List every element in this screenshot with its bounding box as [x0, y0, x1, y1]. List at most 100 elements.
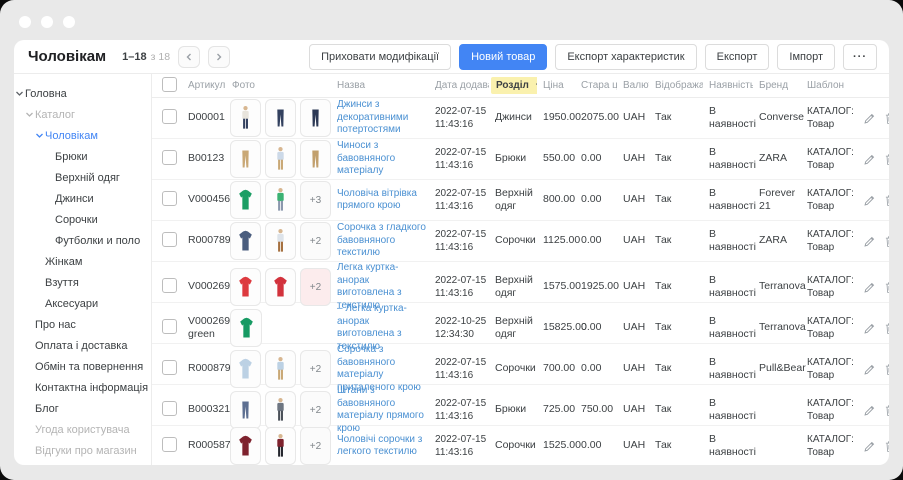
- product-thumbnail[interactable]: [230, 391, 261, 429]
- column-header[interactable]: Наявність: [703, 80, 753, 91]
- sidebar-item[interactable]: Сорочки: [14, 209, 151, 230]
- column-header[interactable]: Фото: [226, 80, 331, 91]
- delete-button[interactable]: [884, 194, 889, 207]
- column-header[interactable]: Артикул: [182, 80, 226, 91]
- more-photos-badge[interactable]: +2: [300, 222, 331, 260]
- row-checkbox[interactable]: [162, 109, 177, 124]
- product-thumbnail[interactable]: [265, 350, 296, 388]
- sidebar-item[interactable]: Взуття: [14, 272, 151, 293]
- import-button[interactable]: Імпорт: [777, 44, 835, 70]
- checkbox-cell: [162, 191, 182, 209]
- row-checkbox[interactable]: [162, 360, 177, 375]
- product-thumbnail[interactable]: [265, 181, 296, 219]
- product-thumbnail[interactable]: [230, 99, 261, 137]
- sidebar-item[interactable]: Джинси: [14, 188, 151, 209]
- product-name-link[interactable]: Штани з бавовняного матеріалу прямого кр…: [337, 385, 429, 435]
- row-checkbox[interactable]: [162, 232, 177, 247]
- product-thumbnail[interactable]: [300, 99, 331, 137]
- row-checkbox[interactable]: [162, 150, 177, 165]
- sidebar-item[interactable]: Обмін та повернення: [14, 356, 151, 377]
- sidebar-item[interactable]: Мапа сайту: [14, 461, 151, 465]
- delete-button[interactable]: [884, 235, 889, 248]
- product-name-link[interactable]: Чоловічі сорочки з легкого текстилю: [337, 434, 429, 459]
- sidebar-item[interactable]: Брюки: [14, 146, 151, 167]
- product-thumbnail[interactable]: [230, 268, 261, 306]
- more-photos-badge[interactable]: +2: [300, 350, 331, 388]
- product-thumbnail[interactable]: [230, 181, 261, 219]
- sidebar-item[interactable]: Контактна інформація: [14, 377, 151, 398]
- edit-button[interactable]: [863, 363, 876, 376]
- row-checkbox[interactable]: [162, 437, 177, 452]
- new-product-button[interactable]: Новий товар: [459, 44, 547, 70]
- edit-button[interactable]: [863, 153, 876, 166]
- sidebar-item[interactable]: Каталог: [14, 104, 151, 125]
- more-photos-badge[interactable]: +2: [300, 268, 331, 306]
- delete-button[interactable]: [884, 322, 889, 335]
- delete-button[interactable]: [884, 112, 889, 125]
- sidebar-item[interactable]: Відгуки про магазин: [14, 440, 151, 461]
- delete-button[interactable]: [884, 281, 889, 294]
- sorted-column-highlight[interactable]: Розділ: [491, 77, 537, 94]
- row-checkbox[interactable]: [162, 191, 177, 206]
- prev-page-button[interactable]: [178, 46, 200, 68]
- product-thumbnail[interactable]: [230, 222, 261, 260]
- column-header[interactable]: Назва: [331, 80, 429, 91]
- row-checkbox[interactable]: [162, 401, 177, 416]
- product-thumbnail[interactable]: [230, 140, 261, 178]
- product-thumbnail[interactable]: [265, 391, 296, 429]
- product-thumbnail[interactable]: [230, 350, 261, 388]
- product-name-link[interactable]: Сорочка з гладкого бавовняного текстилю: [337, 222, 429, 260]
- column-header[interactable]: Відображати: [649, 80, 703, 91]
- edit-button[interactable]: [863, 194, 876, 207]
- column-header[interactable]: Дата додавання: [429, 80, 489, 91]
- delete-button[interactable]: [884, 404, 889, 417]
- delete-button[interactable]: [884, 153, 889, 166]
- column-header[interactable]: Розділ: [489, 77, 537, 94]
- column-header[interactable]: Стара ціна: [575, 80, 617, 91]
- sidebar-item[interactable]: Футболки и поло: [14, 230, 151, 251]
- product-name-link[interactable]: Чоловіча вітрівка прямого крою: [337, 188, 429, 213]
- sidebar-item[interactable]: Жінкам: [14, 251, 151, 272]
- edit-button[interactable]: [863, 404, 876, 417]
- product-thumbnail[interactable]: [265, 427, 296, 465]
- product-name-link[interactable]: Джинси з декоративними потертостями: [337, 99, 429, 137]
- edit-button[interactable]: [863, 112, 876, 125]
- product-thumbnail[interactable]: [230, 427, 261, 465]
- edit-button[interactable]: [863, 235, 876, 248]
- delete-button[interactable]: [884, 440, 889, 453]
- edit-button[interactable]: [863, 322, 876, 335]
- edit-button[interactable]: [863, 440, 876, 453]
- product-thumbnail[interactable]: [265, 268, 296, 306]
- product-thumbnail[interactable]: [300, 140, 331, 178]
- export-characteristics-button[interactable]: Експорт характеристик: [555, 44, 696, 70]
- column-header[interactable]: Шаблон: [801, 80, 863, 91]
- column-header[interactable]: Валюта: [617, 80, 649, 91]
- more-photos-badge[interactable]: +2: [300, 391, 331, 429]
- row-checkbox[interactable]: [162, 278, 177, 293]
- product-thumbnail[interactable]: [265, 140, 296, 178]
- sidebar-item[interactable]: Про нас: [14, 314, 151, 335]
- select-all-checkbox[interactable]: [162, 77, 177, 92]
- next-page-button[interactable]: [208, 46, 230, 68]
- hide-modifications-button[interactable]: Приховати модифікації: [309, 44, 451, 70]
- delete-button[interactable]: [884, 363, 889, 376]
- row-checkbox[interactable]: [162, 319, 177, 334]
- product-name-link[interactable]: Чиноси з бавовняного матеріалу: [337, 140, 429, 178]
- sidebar-item[interactable]: Аксесуари: [14, 293, 151, 314]
- export-button[interactable]: Експорт: [705, 44, 770, 70]
- more-photos-badge[interactable]: +2: [300, 427, 331, 465]
- product-thumbnail[interactable]: [265, 222, 296, 260]
- sidebar-item[interactable]: Угода користувача: [14, 419, 151, 440]
- more-actions-button[interactable]: ···: [843, 44, 877, 70]
- column-header[interactable]: Ціна: [537, 80, 575, 91]
- column-header[interactable]: Бренд: [753, 80, 801, 91]
- product-thumbnail[interactable]: [265, 99, 296, 137]
- edit-button[interactable]: [863, 281, 876, 294]
- sidebar-item[interactable]: Верхній одяг: [14, 167, 151, 188]
- sidebar-item[interactable]: Чоловікам: [14, 125, 151, 146]
- product-thumbnail[interactable]: [230, 309, 262, 347]
- more-photos-badge[interactable]: +3: [300, 181, 331, 219]
- sidebar-item[interactable]: Оплата і доставка: [14, 335, 151, 356]
- sidebar-item[interactable]: Блог: [14, 398, 151, 419]
- sidebar-item[interactable]: Головна: [14, 83, 151, 104]
